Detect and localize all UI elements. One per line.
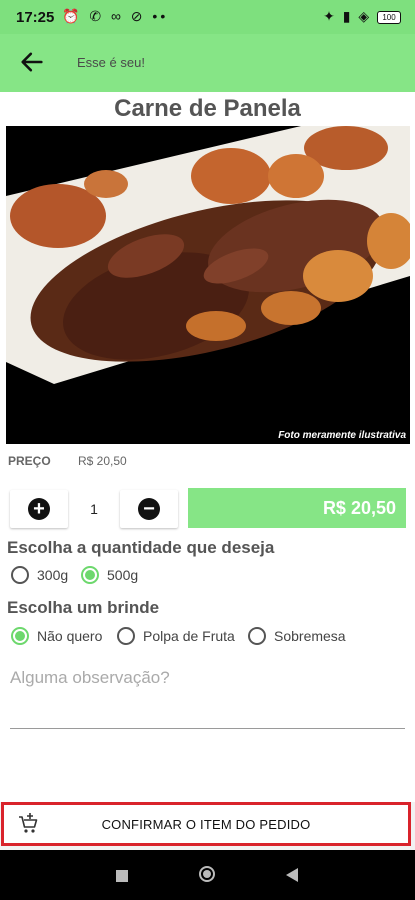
gift-section-title: Escolha um brinde [7, 598, 160, 617]
radio-label: 500g [107, 567, 139, 583]
back-arrow-icon[interactable] [18, 48, 46, 76]
app-bar: Esse é seu! [0, 34, 415, 92]
observation-placeholder: Alguma observação? [10, 668, 170, 687]
photo-caption: Foto meramente ilustrativa [278, 430, 406, 441]
signal-icons: ✦ ▮ ◈ [323, 8, 372, 24]
plus-icon: + [28, 498, 50, 520]
status-time: 17:25 [16, 9, 55, 26]
confirm-label: CONFIRMAR O ITEM DO PEDIDO [101, 816, 311, 832]
notification-icons: ⏰ ✆ ∞ ⊘ •• [62, 8, 169, 24]
status-bar: 17:25 ⏰ ✆ ∞ ⊘ •• ✦ ▮ ◈ 100 [0, 0, 415, 34]
radio-nao-quero[interactable]: Não quero [11, 627, 102, 645]
radio-sobremesa[interactable]: Sobremesa [248, 627, 346, 645]
decrease-quantity-button[interactable]: − [120, 490, 178, 528]
radio-polpa-de-fruta[interactable]: Polpa de Fruta [117, 627, 235, 645]
observation-input[interactable]: Alguma observação? [10, 666, 405, 729]
product-name: Carne de Panela [114, 95, 301, 122]
confirm-item-button[interactable]: CONFIRMAR O ITEM DO PEDIDO [1, 802, 411, 846]
quantity-section-title: Escolha a quantidade que deseja [7, 538, 275, 557]
quantity-value: 1 [70, 490, 118, 528]
increase-quantity-button[interactable]: + [10, 490, 68, 528]
add-to-cart-icon [19, 813, 38, 833]
back-icon[interactable] [286, 868, 298, 882]
app-bar-title: Esse é seu! [77, 55, 145, 70]
radio-circle [117, 627, 135, 645]
radio-label: Sobremesa [274, 628, 346, 644]
radio-circle-selected [11, 627, 29, 645]
minus-icon: − [138, 498, 160, 520]
product-photo: Foto meramente ilustrativa [6, 126, 410, 444]
radio-circle [248, 627, 266, 645]
home-icon[interactable] [199, 866, 215, 882]
recents-icon[interactable] [116, 870, 128, 882]
product-detail: Carne de Panela Foto meramente ilustrati… [0, 92, 415, 802]
battery-icon: 100 [377, 10, 401, 24]
radio-label: Não quero [37, 628, 103, 644]
system-icons: ✦ ▮ ◈ 100 [323, 8, 401, 25]
radio-circle-selected [81, 566, 99, 584]
radio-circle [11, 566, 29, 584]
radio-label: Polpa de Fruta [143, 628, 235, 644]
price-value: R$ 20,50 [78, 454, 127, 468]
price-label: PREÇO [8, 454, 51, 468]
system-nav-bar [0, 850, 415, 900]
radio-300g[interactable]: 300g [11, 566, 68, 584]
radio-label: 300g [37, 567, 69, 583]
total-price-button[interactable]: R$ 20,50 [188, 488, 406, 528]
radio-500g[interactable]: 500g [81, 566, 138, 584]
